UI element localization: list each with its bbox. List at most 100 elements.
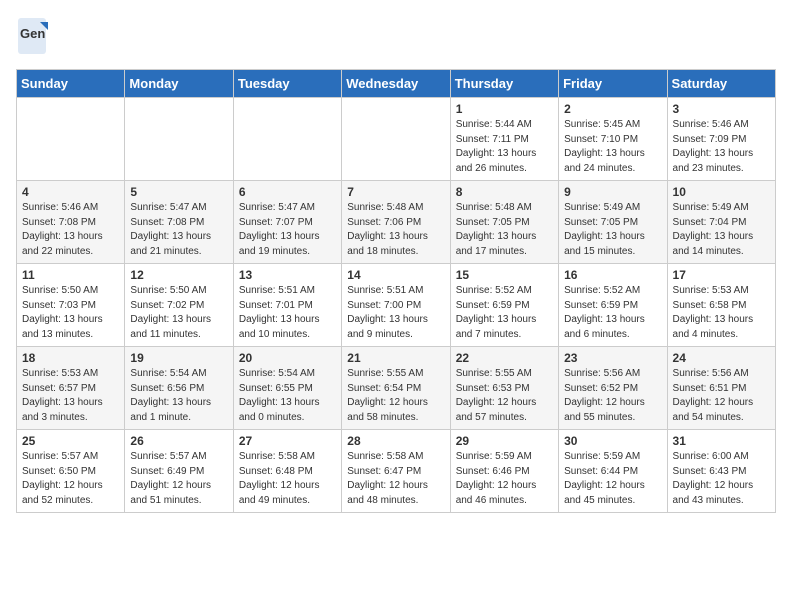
- calendar-cell: 14 Sunrise: 5:51 AMSunset: 7:00 PMDayligh…: [342, 264, 450, 347]
- day-number: 9: [564, 185, 661, 199]
- day-number: 15: [456, 268, 553, 282]
- day-info: Sunrise: 5:54 AMSunset: 6:55 PMDaylight:…: [239, 367, 336, 425]
- calendar-cell: 3 Sunrise: 5:46 AMSunset: 7:09 PMDaylight…: [667, 98, 775, 181]
- calendar-cell: 28Sunrise: 5:58 AMSunset: 6:47 PMDayligh…: [342, 430, 450, 513]
- calendar-cell: 16 Sunrise: 5:52 AMSunset: 6:59 PMDayligh…: [559, 264, 667, 347]
- day-number: 3: [673, 102, 770, 116]
- day-of-week-header: Thursday: [450, 70, 558, 98]
- day-info: Sunrise: 5:49 AMSunset: 7:04 PMDaylight:…: [673, 201, 770, 259]
- calendar-cell: 27Sunrise: 5:58 AMSunset: 6:48 PMDayligh…: [233, 430, 341, 513]
- calendar-cell: 22 Sunrise: 5:55 AMSunset: 6:53 PMDayligh…: [450, 347, 558, 430]
- calendar-cell: [342, 98, 450, 181]
- calendar-cell: 25 Sunrise: 5:57 AMSunset: 6:50 PMDayligh…: [17, 430, 125, 513]
- calendar-cell: 26 Sunrise: 5:57 AMSunset: 6:49 PMDayligh…: [125, 430, 233, 513]
- day-number: 5: [130, 185, 227, 199]
- day-info: Sunrise: 5:46 AMSunset: 7:08 PMDaylight:…: [22, 201, 119, 259]
- day-number: 24: [673, 351, 770, 365]
- day-number: 20: [239, 351, 336, 365]
- calendar-table: SundayMondayTuesdayWednesdayThursdayFrid…: [16, 69, 776, 513]
- day-number: 8: [456, 185, 553, 199]
- day-number: 2: [564, 102, 661, 116]
- day-info: Sunrise: 5:57 AMSunset: 6:50 PMDaylight:…: [22, 450, 119, 508]
- day-info: Sunrise: 5:48 AMSunset: 7:05 PMDaylight:…: [456, 201, 553, 259]
- calendar-cell: 12 Sunrise: 5:50 AMSunset: 7:02 PMDayligh…: [125, 264, 233, 347]
- calendar-cell: 10 Sunrise: 5:49 AMSunset: 7:04 PMDayligh…: [667, 181, 775, 264]
- calendar-cell: 20 Sunrise: 5:54 AMSunset: 6:55 PMDayligh…: [233, 347, 341, 430]
- page-header: Gen: [16, 16, 776, 61]
- day-number: 14: [347, 268, 444, 282]
- calendar-cell: 2 Sunrise: 5:45 AMSunset: 7:10 PMDaylight…: [559, 98, 667, 181]
- day-info: Sunrise: 5:45 AMSunset: 7:10 PMDaylight:…: [564, 118, 661, 176]
- day-info: Sunrise: 5:56 AMSunset: 6:51 PMDaylight:…: [673, 367, 770, 425]
- day-number: 29: [456, 434, 553, 448]
- logo-icon: Gen: [16, 16, 48, 61]
- calendar-week-row: 25 Sunrise: 5:57 AMSunset: 6:50 PMDayligh…: [17, 430, 776, 513]
- day-number: 22: [456, 351, 553, 365]
- calendar-cell: 1 Sunrise: 5:44 AMSunset: 7:11 PMDaylight…: [450, 98, 558, 181]
- calendar-cell: 17 Sunrise: 5:53 AMSunset: 6:58 PMDayligh…: [667, 264, 775, 347]
- calendar-week-row: 11 Sunrise: 5:50 AMSunset: 7:03 PMDayligh…: [17, 264, 776, 347]
- day-number: 28: [347, 434, 444, 448]
- calendar-cell: 23 Sunrise: 5:56 AMSunset: 6:52 PMDayligh…: [559, 347, 667, 430]
- day-info: Sunrise: 5:47 AMSunset: 7:07 PMDaylight:…: [239, 201, 336, 259]
- day-info: Sunrise: 5:50 AMSunset: 7:02 PMDaylight:…: [130, 284, 227, 342]
- day-info: Sunrise: 5:59 AMSunset: 6:46 PMDaylight:…: [456, 450, 553, 508]
- calendar-cell: 21Sunrise: 5:55 AMSunset: 6:54 PMDayligh…: [342, 347, 450, 430]
- day-number: 16: [564, 268, 661, 282]
- day-of-week-header: Friday: [559, 70, 667, 98]
- day-number: 23: [564, 351, 661, 365]
- day-number: 31: [673, 434, 770, 448]
- day-info: Sunrise: 5:53 AMSunset: 6:58 PMDaylight:…: [673, 284, 770, 342]
- day-info: Sunrise: 6:00 AMSunset: 6:43 PMDaylight:…: [673, 450, 770, 508]
- day-number: 12: [130, 268, 227, 282]
- day-number: 4: [22, 185, 119, 199]
- day-info: Sunrise: 5:44 AMSunset: 7:11 PMDaylight:…: [456, 118, 553, 176]
- calendar-cell: 29 Sunrise: 5:59 AMSunset: 6:46 PMDayligh…: [450, 430, 558, 513]
- day-number: 17: [673, 268, 770, 282]
- day-number: 26: [130, 434, 227, 448]
- day-info: Sunrise: 5:57 AMSunset: 6:49 PMDaylight:…: [130, 450, 227, 508]
- calendar-cell: 5 Sunrise: 5:47 AMSunset: 7:08 PMDaylight…: [125, 181, 233, 264]
- day-of-week-header: Wednesday: [342, 70, 450, 98]
- day-info: Sunrise: 5:55 AMSunset: 6:53 PMDaylight:…: [456, 367, 553, 425]
- calendar-cell: 13 Sunrise: 5:51 AMSunset: 7:01 PMDayligh…: [233, 264, 341, 347]
- calendar-cell: 15 Sunrise: 5:52 AMSunset: 6:59 PMDayligh…: [450, 264, 558, 347]
- logo: Gen: [16, 16, 52, 61]
- day-info: Sunrise: 5:47 AMSunset: 7:08 PMDaylight:…: [130, 201, 227, 259]
- calendar-cell: 8 Sunrise: 5:48 AMSunset: 7:05 PMDaylight…: [450, 181, 558, 264]
- day-info: Sunrise: 5:52 AMSunset: 6:59 PMDaylight:…: [456, 284, 553, 342]
- day-info: Sunrise: 5:52 AMSunset: 6:59 PMDaylight:…: [564, 284, 661, 342]
- day-info: Sunrise: 5:56 AMSunset: 6:52 PMDaylight:…: [564, 367, 661, 425]
- calendar-week-row: 18 Sunrise: 5:53 AMSunset: 6:57 PMDayligh…: [17, 347, 776, 430]
- calendar-cell: 18 Sunrise: 5:53 AMSunset: 6:57 PMDayligh…: [17, 347, 125, 430]
- day-number: 1: [456, 102, 553, 116]
- calendar-cell: [233, 98, 341, 181]
- day-number: 7: [347, 185, 444, 199]
- calendar-cell: 31 Sunrise: 6:00 AMSunset: 6:43 PMDayligh…: [667, 430, 775, 513]
- calendar-cell: 4 Sunrise: 5:46 AMSunset: 7:08 PMDaylight…: [17, 181, 125, 264]
- day-number: 30: [564, 434, 661, 448]
- day-info: Sunrise: 5:53 AMSunset: 6:57 PMDaylight:…: [22, 367, 119, 425]
- day-info: Sunrise: 5:48 AMSunset: 7:06 PMDaylight:…: [347, 201, 444, 259]
- calendar-cell: 30Sunrise: 5:59 AMSunset: 6:44 PMDayligh…: [559, 430, 667, 513]
- day-number: 18: [22, 351, 119, 365]
- calendar-cell: 9 Sunrise: 5:49 AMSunset: 7:05 PMDaylight…: [559, 181, 667, 264]
- day-info: Sunrise: 5:51 AMSunset: 7:00 PMDaylight:…: [347, 284, 444, 342]
- day-number: 25: [22, 434, 119, 448]
- day-info: Sunrise: 5:54 AMSunset: 6:56 PMDaylight:…: [130, 367, 227, 425]
- day-info: Sunrise: 5:50 AMSunset: 7:03 PMDaylight:…: [22, 284, 119, 342]
- day-info: Sunrise: 5:51 AMSunset: 7:01 PMDaylight:…: [239, 284, 336, 342]
- day-number: 19: [130, 351, 227, 365]
- calendar-cell: 6Sunrise: 5:47 AMSunset: 7:07 PMDaylight…: [233, 181, 341, 264]
- calendar-week-row: 4 Sunrise: 5:46 AMSunset: 7:08 PMDaylight…: [17, 181, 776, 264]
- day-of-week-header: Tuesday: [233, 70, 341, 98]
- day-number: 10: [673, 185, 770, 199]
- day-info: Sunrise: 5:46 AMSunset: 7:09 PMDaylight:…: [673, 118, 770, 176]
- day-info: Sunrise: 5:49 AMSunset: 7:05 PMDaylight:…: [564, 201, 661, 259]
- day-number: 13: [239, 268, 336, 282]
- calendar-cell: 11 Sunrise: 5:50 AMSunset: 7:03 PMDayligh…: [17, 264, 125, 347]
- day-number: 27: [239, 434, 336, 448]
- calendar-cell: [125, 98, 233, 181]
- calendar-cell: 7 Sunrise: 5:48 AMSunset: 7:06 PMDaylight…: [342, 181, 450, 264]
- day-number: 11: [22, 268, 119, 282]
